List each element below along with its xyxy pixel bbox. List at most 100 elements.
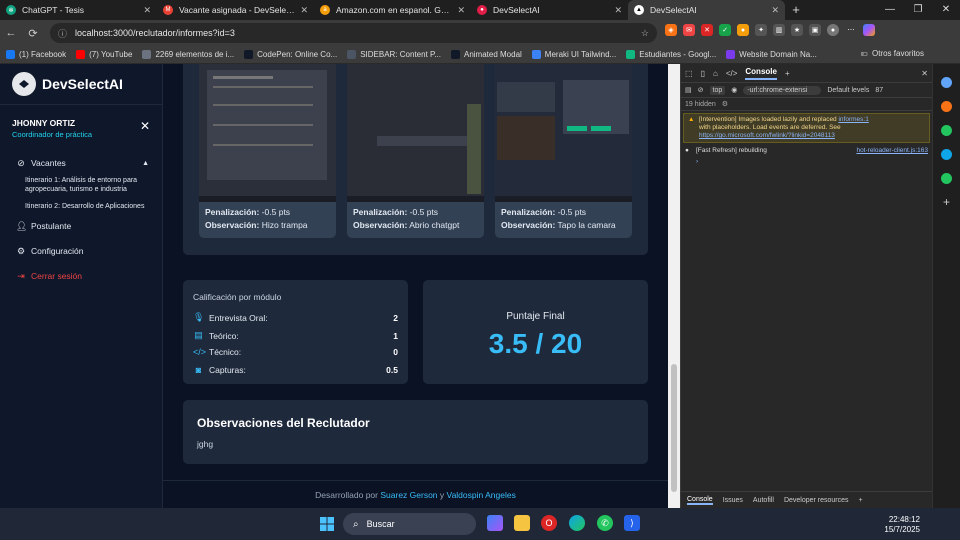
taskbar-search[interactable]: ⌕ Buscar — [343, 513, 476, 535]
whatsapp-icon[interactable]: ✆ — [597, 515, 613, 531]
sidebar-subitem-itinerario-2[interactable]: Itinerario 2: Desarrollo de Aplicaciones — [0, 202, 163, 211]
browser-tab[interactable]: ● DevSelectAI ✕ — [471, 0, 628, 20]
copilot-icon[interactable] — [863, 24, 875, 36]
devtools-close-icon[interactable]: ✕ — [921, 69, 928, 78]
drawer-tab-developer-resources[interactable]: Developer resources — [784, 497, 849, 504]
sidebar-item-vacantes[interactable]: ⊘ Vacantes ▲ — [0, 154, 163, 172]
browser-tab[interactable]: ▲ DevSelectAI ✕ — [628, 0, 785, 20]
filter-input[interactable]: -url:chrome-extensi — [743, 85, 822, 95]
capture-screenshot[interactable] — [347, 64, 484, 202]
gear-icon[interactable]: ⚙ — [722, 100, 728, 108]
warning-doc-link[interactable]: https://go.microsoft.com/fwlink/?linkid=… — [699, 132, 835, 139]
extension-icon[interactable]: ✉ — [683, 24, 695, 36]
tab-console[interactable]: Console — [745, 67, 777, 80]
collections-icon[interactable]: ▣ — [809, 24, 821, 36]
favorites-icon[interactable]: ★ — [791, 24, 803, 36]
sidebar-item-postulante[interactable]: 👤︎ Postulante — [0, 217, 163, 235]
opera-icon[interactable]: O — [541, 515, 557, 531]
close-sidebar-icon[interactable]: ✕ — [140, 119, 150, 133]
capture-screenshot[interactable] — [495, 64, 632, 202]
office-icon[interactable] — [941, 101, 952, 112]
chevron-up-icon[interactable]: ▲ — [142, 160, 149, 167]
bookmark-item[interactable]: (1) Facebook — [6, 50, 66, 59]
minimize-button[interactable]: — — [876, 0, 904, 20]
console-prompt[interactable]: › — [681, 156, 932, 167]
extension-icon[interactable]: ✕ — [701, 24, 713, 36]
elements-icon[interactable]: </> — [726, 69, 738, 78]
sidebar-item-configuracion[interactable]: ⚙ Configuración — [0, 242, 163, 260]
telegram-icon[interactable] — [941, 149, 952, 160]
eye-icon[interactable]: ◉ — [731, 86, 737, 94]
extension-icon[interactable]: ◈ — [665, 24, 677, 36]
log-source-link[interactable]: hot-reloader-client.js:163 — [856, 147, 928, 154]
device-icon[interactable]: ▯ — [701, 69, 705, 78]
close-window-button[interactable]: ✕ — [932, 0, 960, 20]
code-icon: </> — [193, 347, 207, 357]
close-tab-icon[interactable]: ✕ — [300, 5, 308, 16]
user-info: JHONNY ORTIZ Coordinador de práctica — [12, 118, 92, 139]
levels-select[interactable]: Default levels — [827, 87, 869, 94]
add-tab-icon[interactable]: + — [785, 69, 790, 78]
inspect-icon[interactable]: ⬚ — [685, 69, 693, 78]
extensions-puzzle-icon[interactable]: ✦ — [755, 24, 767, 36]
maximize-button[interactable]: ❐ — [904, 0, 932, 20]
sidebar-toggle-icon[interactable]: ▤ — [685, 86, 692, 94]
sidebar-item-logout[interactable]: ⇥ Cerrar sesión — [0, 267, 163, 285]
whatsapp-icon[interactable] — [941, 173, 952, 184]
browser-tab[interactable]: a Amazon.com en espanol. Gasta m ✕ — [314, 0, 471, 20]
bookmark-star-icon[interactable]: ☆ — [641, 28, 649, 39]
windows-start-icon[interactable] — [320, 517, 334, 531]
browser-tab[interactable]: ✻ ChatGPT - Tesis ✕ — [0, 0, 157, 20]
clear-console-icon[interactable]: ⊘ — [698, 86, 704, 94]
new-tab-button[interactable]: + — [785, 0, 807, 20]
scrollbar-thumb[interactable] — [671, 364, 677, 492]
footer-author-link[interactable]: Suarez Gerson — [380, 490, 437, 500]
bookmark-item[interactable]: SIDEBAR: Content P... — [347, 50, 441, 59]
file-explorer-icon[interactable] — [514, 515, 530, 531]
bookmark-item[interactable]: Website Domain Na... — [726, 50, 817, 59]
more-menu-icon[interactable]: ⋯ — [845, 24, 857, 36]
edge-icon[interactable] — [569, 515, 585, 531]
browser-tab[interactable]: M Vacante asignada - DevSelectAI - ✕ — [157, 0, 314, 20]
close-tab-icon[interactable]: ✕ — [614, 5, 622, 16]
copilot-icon[interactable] — [487, 515, 503, 531]
bookmark-item[interactable]: 2269 elementos de i... — [142, 50, 234, 59]
reload-icon[interactable]: ⟳ — [22, 27, 44, 40]
close-tab-icon[interactable]: ✕ — [457, 5, 465, 16]
bookmark-item[interactable]: Meraki UI Tailwind... — [531, 50, 616, 59]
other-bookmarks[interactable]: ▭ Otros favoritos — [860, 49, 924, 58]
bookmark-label: (7) YouTube — [89, 50, 133, 59]
split-screen-icon[interactable]: ▥ — [773, 24, 785, 36]
site-info-icon[interactable]: ⓘ — [58, 27, 67, 40]
extension-icon[interactable]: ● — [737, 24, 749, 36]
add-app-icon[interactable]: + — [941, 196, 952, 208]
search-icon[interactable] — [941, 77, 952, 88]
close-tab-icon[interactable]: ✕ — [771, 5, 779, 16]
url-input[interactable]: ⓘ localhost:3000/reclutador/informes?id=… — [50, 23, 657, 43]
tab-favicon-icon: ● — [477, 5, 487, 15]
drawer-tab-issues[interactable]: Issues — [723, 497, 743, 504]
footer-author-link[interactable]: Valdospin Angeles — [447, 490, 516, 500]
extension-icon[interactable]: ✓ — [719, 24, 731, 36]
vscode-icon[interactable]: ⟩ — [624, 515, 640, 531]
bookmark-item[interactable]: (7) YouTube — [76, 50, 132, 59]
back-icon[interactable]: ← — [0, 27, 22, 39]
issues-count[interactable]: 87 — [875, 87, 883, 94]
bookmark-item[interactable]: Animated Modal — [450, 50, 522, 59]
warning-source-link[interactable]: informes:1 — [838, 116, 868, 123]
bookmark-item[interactable]: CodePen: Online Co... — [244, 50, 337, 59]
bookmark-item[interactable]: Estudiantes - Googl... — [626, 50, 716, 59]
console-warning: ▲ [Intervention] Images loaded lazily an… — [683, 113, 930, 143]
welcome-icon[interactable]: ⌂ — [713, 69, 718, 78]
system-clock[interactable]: 22:48:12 15/7/2025 — [884, 515, 920, 535]
context-select[interactable]: top — [709, 85, 726, 95]
capture-screenshot[interactable] — [199, 64, 336, 202]
spotify-icon[interactable] — [941, 125, 952, 136]
observations-text: jghg — [197, 439, 214, 449]
sidebar-subitem-itinerario-1[interactable]: Itinerario 1: Análisis de entorno para a… — [0, 176, 163, 194]
add-drawer-tab-icon[interactable]: + — [859, 497, 863, 504]
profile-avatar[interactable]: ● — [827, 24, 839, 36]
drawer-tab-console[interactable]: Console — [687, 496, 713, 505]
close-tab-icon[interactable]: ✕ — [143, 5, 151, 16]
drawer-tab-autofill[interactable]: Autofill — [753, 497, 774, 504]
